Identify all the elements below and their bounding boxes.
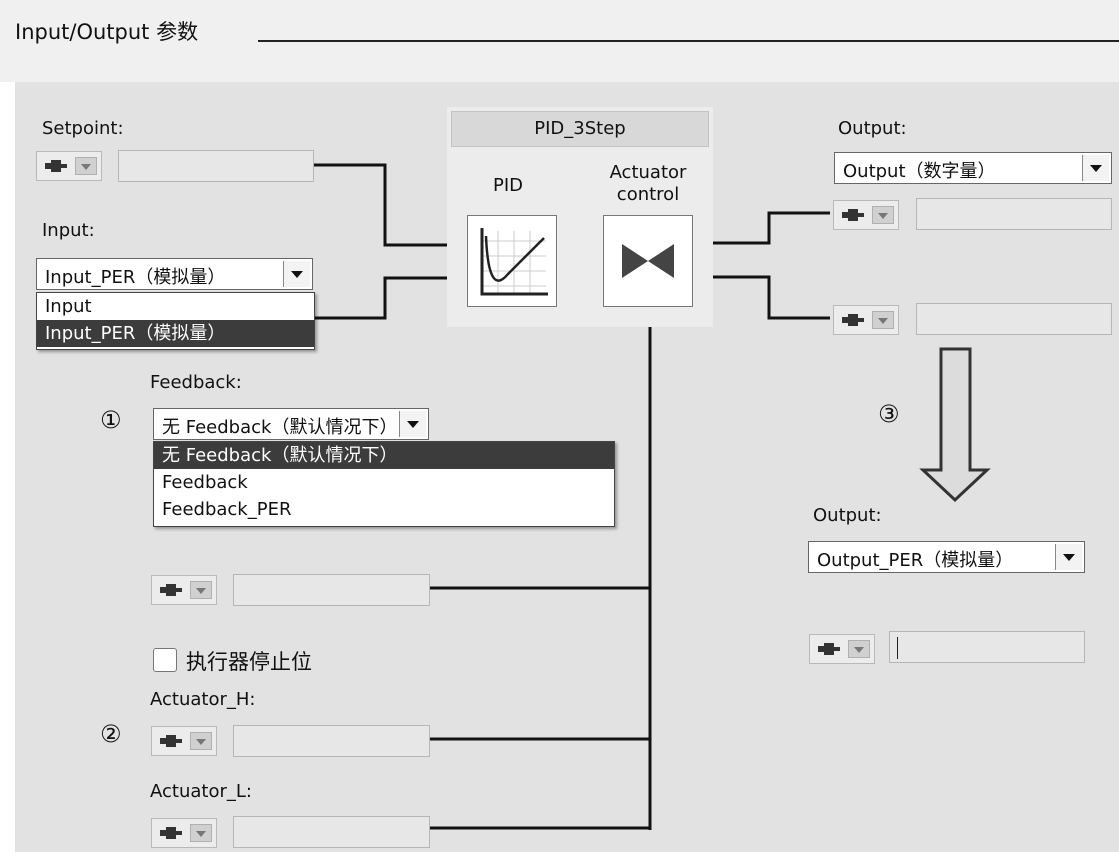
output-bottom-select[interactable]: Output_PER（模拟量） <box>808 541 1085 573</box>
chevron-down-icon[interactable] <box>283 261 310 287</box>
output-bottom-wire <box>693 275 830 320</box>
actuator-control-box[interactable] <box>603 215 693 307</box>
dropdown-arrow-icon[interactable] <box>75 157 97 175</box>
text-cursor <box>897 637 898 659</box>
block-title: PID_3Step <box>451 111 709 147</box>
output-top-select[interactable]: Output（数字量） <box>834 152 1112 184</box>
setpoint-field[interactable] <box>118 150 314 182</box>
input-option-selected[interactable]: Input_PER（模拟量） <box>37 320 314 347</box>
feedback-label: Feedback: <box>150 372 242 393</box>
marker-two: ② <box>100 720 122 748</box>
marker-one: ① <box>100 406 122 434</box>
output-top-field[interactable] <box>916 198 1112 230</box>
dropdown-arrow-icon[interactable] <box>872 311 894 329</box>
output-per-field[interactable] <box>916 303 1112 335</box>
input-dropdown-list: Input Input_PER（模拟量） <box>36 292 315 350</box>
actuator-l-field[interactable] <box>233 816 430 848</box>
pid-function-box[interactable] <box>467 215 557 307</box>
input-option[interactable]: Input <box>37 293 314 320</box>
actuator-l-label: Actuator_L: <box>150 781 252 802</box>
valve-icon <box>622 244 674 278</box>
dropdown-arrow-icon[interactable] <box>848 640 870 658</box>
chevron-down-icon[interactable] <box>1055 544 1082 570</box>
actuator-h-field[interactable] <box>233 725 430 757</box>
output-top-wire <box>693 211 830 245</box>
dropdown-arrow-icon[interactable] <box>190 581 212 599</box>
feedback-select[interactable]: 无 Feedback（默认情况下） <box>153 408 429 440</box>
down-arrow-icon <box>919 347 991 503</box>
actuator-l-plug-button[interactable] <box>151 818 217 848</box>
setpoint-plug-button[interactable] <box>36 151 102 181</box>
setpoint-wire <box>313 163 467 247</box>
plug-connector-icon <box>45 160 67 172</box>
output-bottom-field[interactable] <box>889 631 1085 663</box>
feedback-dropdown-list: 无 Feedback（默认情况下） Feedback Feedback_PER <box>153 441 615 527</box>
dropdown-arrow-icon[interactable] <box>190 732 212 750</box>
output-top-plug-button[interactable] <box>833 200 899 230</box>
actuator-h-label: Actuator_H: <box>150 689 256 710</box>
plug-connector-icon <box>842 209 864 221</box>
marker-three: ③ <box>878 400 900 428</box>
dropdown-arrow-icon[interactable] <box>190 824 212 842</box>
output-top-label: Output: <box>838 118 907 139</box>
feedback-selected-value: 无 Feedback（默认情况下） <box>162 417 398 438</box>
input-label: Input: <box>42 220 95 241</box>
input-selected-value: Input_PER（模拟量） <box>45 267 226 288</box>
chevron-down-icon[interactable] <box>399 411 426 437</box>
pid-graph-icon <box>480 228 548 296</box>
feedback-option[interactable]: Feedback_PER <box>154 496 614 523</box>
actuator-stop-checkbox[interactable] <box>153 648 177 672</box>
setpoint-label: Setpoint: <box>42 118 124 139</box>
pid-label: PID <box>492 175 524 196</box>
plug-connector-icon <box>842 314 864 326</box>
actuator-stop-label: 执行器停止位 <box>186 650 312 674</box>
output-bottom-plug-button[interactable] <box>809 634 875 664</box>
input-select[interactable]: Input_PER（模拟量） <box>36 258 313 290</box>
output-top-selected-value: Output（数字量） <box>843 161 996 182</box>
actuator-control-label: Actuator control <box>609 162 687 205</box>
feedback-option[interactable]: Feedback <box>154 469 614 496</box>
actuator-h-plug-button[interactable] <box>151 726 217 756</box>
plug-connector-icon <box>818 643 840 655</box>
plug-connector-icon <box>160 735 182 747</box>
input-wire <box>313 276 467 320</box>
output-per-plug-button[interactable] <box>833 305 899 335</box>
pid-3step-block: PID_3Step PID Actuator control <box>447 107 713 327</box>
chevron-down-icon[interactable] <box>1082 155 1109 181</box>
plug-connector-icon <box>160 827 182 839</box>
feedback-field[interactable] <box>233 574 430 606</box>
output-bottom-selected-value: Output_PER（模拟量） <box>817 550 1014 571</box>
dropdown-arrow-icon[interactable] <box>872 206 894 224</box>
plug-connector-icon <box>160 584 182 596</box>
feedback-option-selected[interactable]: 无 Feedback（默认情况下） <box>154 442 614 469</box>
feedback-plug-button[interactable] <box>151 575 217 605</box>
output-bottom-label: Output: <box>813 505 882 526</box>
